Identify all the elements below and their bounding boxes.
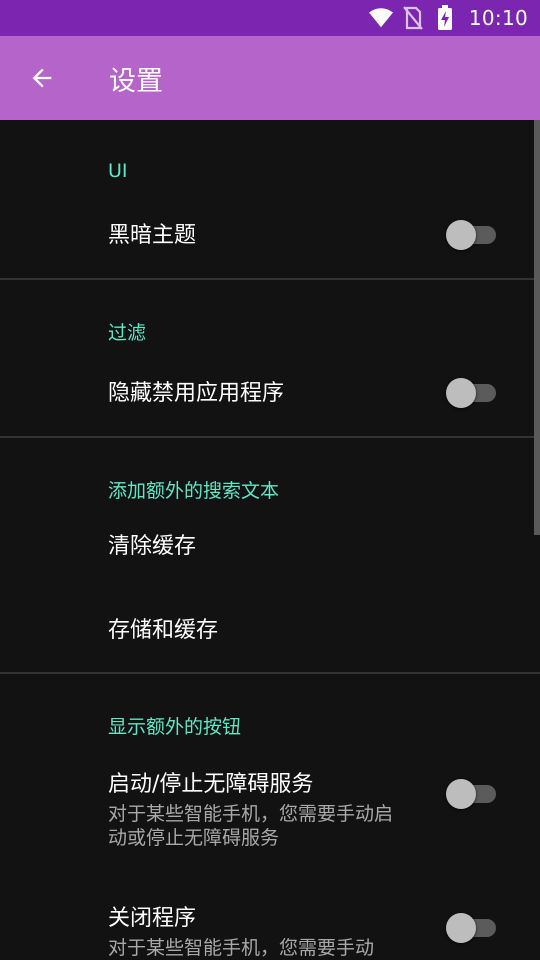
setting-title: 启动/停止无障碍服务 — [108, 772, 314, 797]
category-title: 过滤 — [108, 322, 147, 344]
app-bar: 设置 — [0, 36, 540, 120]
setting-title: 关闭程序 — [108, 906, 197, 931]
category-title: UI — [108, 160, 128, 182]
back-button[interactable] — [0, 36, 84, 120]
category-title: 添加额外的搜索文本 — [108, 480, 280, 502]
wifi-icon — [368, 6, 393, 30]
setting-summary: 对于某些智能手机，您需要手动启动或停止无障碍服务 — [108, 803, 394, 849]
close-app-switch[interactable] — [446, 912, 500, 943]
status-time: 10:10 — [468, 6, 528, 30]
section-search-text: 添加额外的搜索文本 清除缓存 存储和缓存 — [0, 438, 540, 672]
hide-disabled-apps-row[interactable]: 隐藏禁用应用程序 — [0, 346, 540, 436]
arrow-back-icon — [32, 68, 52, 88]
storage-cache-row[interactable]: 存储和缓存 — [0, 584, 540, 672]
section-ui: UI 黑暗主题 — [0, 120, 540, 278]
setting-title: 存储和缓存 — [108, 618, 219, 643]
settings-list[interactable]: UI 黑暗主题 过滤 隐藏禁用应用程序 添加额外的搜索文本 清除缓存 存储和缓存… — [0, 120, 540, 960]
setting-summary: 对于某些智能手机，您需要手动 — [108, 937, 375, 959]
page-title: 设置 — [109, 65, 163, 97]
clear-cache-row[interactable]: 清除缓存 — [0, 504, 540, 584]
section-filter: 过滤 隐藏禁用应用程序 — [0, 280, 540, 436]
battery-charging-icon — [433, 5, 457, 30]
setting-title: 清除缓存 — [108, 534, 197, 559]
hide-disabled-apps-switch[interactable] — [446, 377, 500, 408]
section-extra-buttons: 显示额外的按钮 启动/停止无障碍服务 对于某些智能手机，您需要手动启动或停止无障… — [0, 674, 540, 960]
dark-theme-row[interactable]: 黑暗主题 — [0, 188, 540, 278]
dark-theme-switch[interactable] — [446, 219, 500, 250]
accessibility-service-row[interactable]: 启动/停止无障碍服务 对于某些智能手机，您需要手动启动或停止无障碍服务 — [0, 766, 540, 878]
scrollbar[interactable] — [534, 120, 540, 535]
close-app-row[interactable]: 关闭程序 对于某些智能手机，您需要手动 — [0, 878, 540, 960]
category-title: 显示额外的按钮 — [108, 716, 242, 738]
status-bar: 10:10 — [0, 0, 540, 36]
no-sim-icon — [401, 6, 425, 30]
accessibility-service-switch[interactable] — [446, 778, 500, 809]
